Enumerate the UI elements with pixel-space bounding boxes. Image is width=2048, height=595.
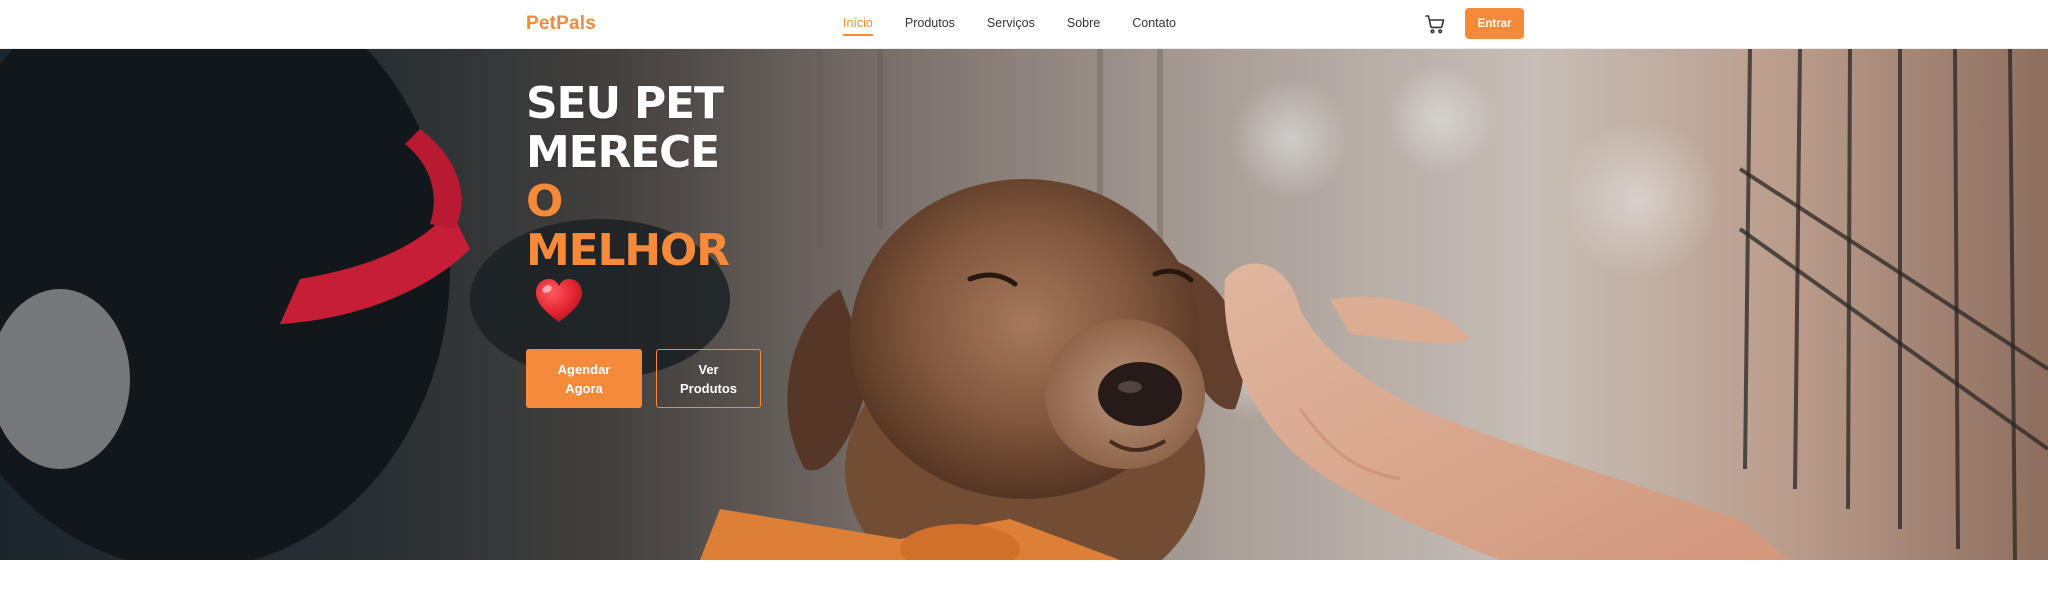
login-button[interactable]: Entrar [1465,8,1524,39]
nav-link-servicos[interactable]: Serviços [987,16,1035,36]
hero-background-photo [0,49,2048,560]
main-nav: Início Produtos Serviços Sobre Contato [843,16,1208,36]
schedule-now-button[interactable]: Agendar Agora [526,349,642,408]
shopping-cart-icon [1425,15,1445,34]
hero-title-accent-line-2: MELHOR [526,225,730,276]
brand-logo[interactable]: PetPals [526,13,596,35]
hero-title-line-2: MERECE [526,127,720,178]
nav-link-produtos[interactable]: Produtos [905,16,955,36]
hero-section: SEU PET MERECE O MELHOR Agendar Agora Ve… [0,49,2048,560]
hero-title-line-1: SEU PET [526,78,724,129]
nav-link-sobre[interactable]: Sobre [1067,16,1100,36]
schedule-now-label: Agendar Agora [557,361,611,396]
nav-link-contato[interactable]: Contato [1132,16,1176,36]
hero-title-accent-line-1: O [526,176,563,227]
nav-link-inicio[interactable]: Início [843,16,873,36]
view-products-button[interactable]: Ver Produtos [656,349,761,408]
hero-title: SEU PET MERECE O MELHOR [526,78,730,276]
top-navbar: PetPals Início Produtos Serviços Sobre C… [0,0,2048,49]
heart-icon [535,279,583,322]
cart-button[interactable] [1423,12,1447,36]
view-products-label: Ver Produtos [679,361,738,396]
